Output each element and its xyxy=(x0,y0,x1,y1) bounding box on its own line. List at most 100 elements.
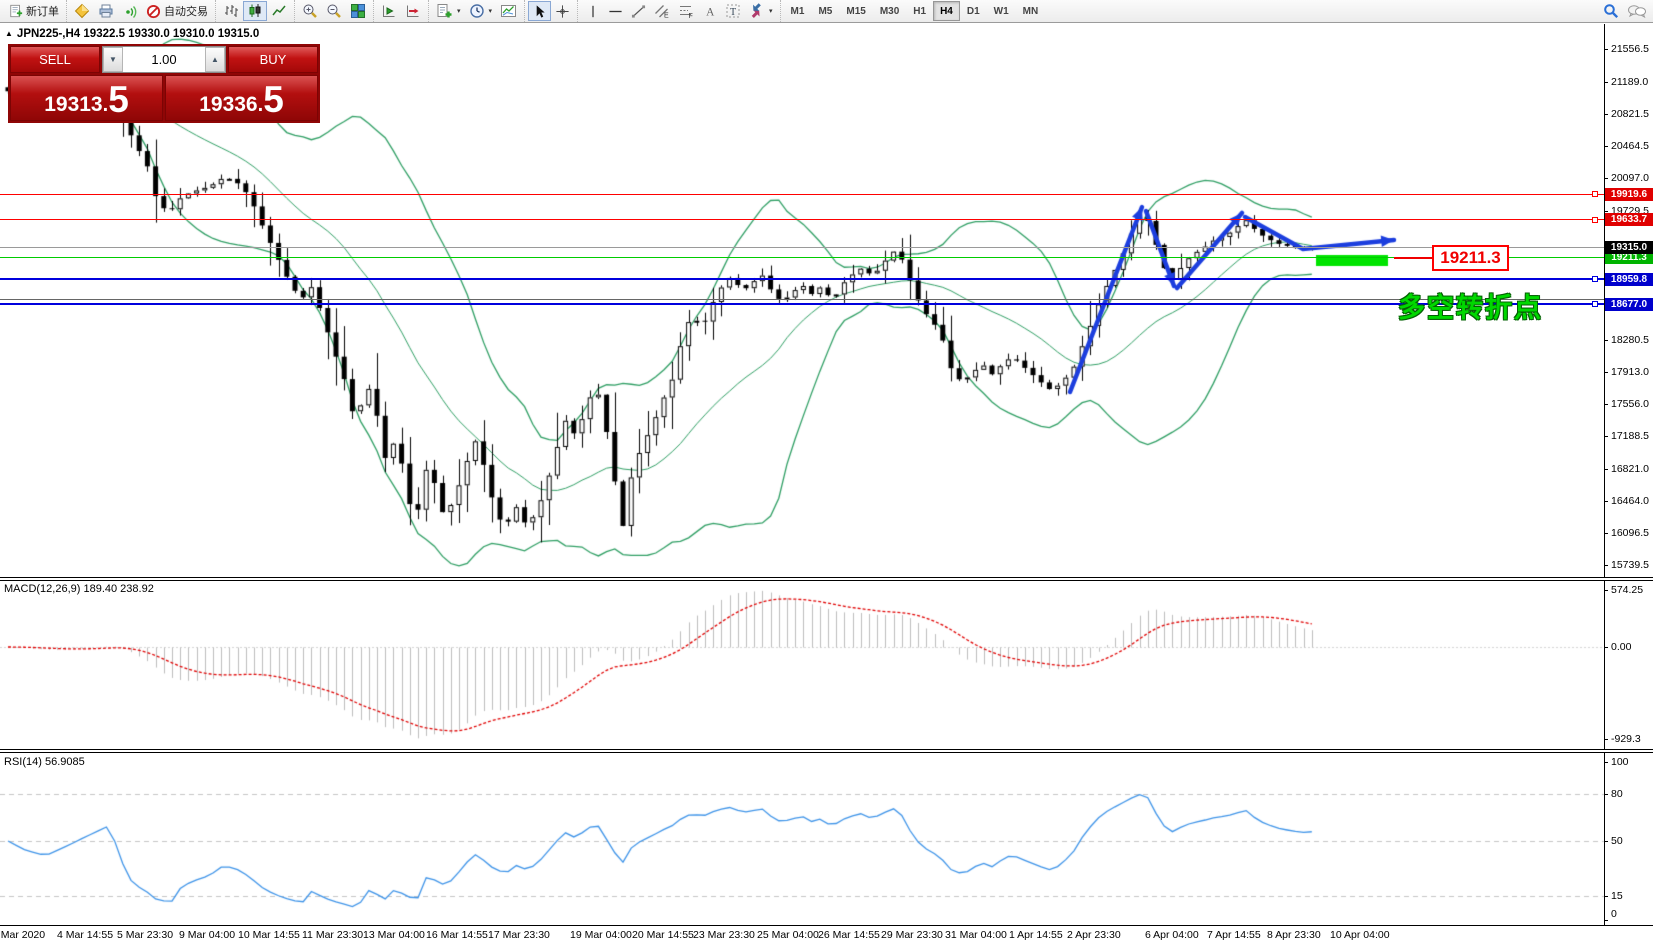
add-indicator-button[interactable]: ▾ xyxy=(432,1,465,21)
macd-rsi-separator[interactable] xyxy=(0,749,1653,753)
volume-decrease-button[interactable]: ▼ xyxy=(103,47,123,72)
text-tool-button[interactable]: A xyxy=(698,1,721,21)
buy-button-label: BUY xyxy=(259,52,287,67)
rsi-axis-tick-mark xyxy=(1604,920,1608,921)
date-axis-label: 16 Mar 14:55 xyxy=(426,929,488,941)
chart-bars-button[interactable] xyxy=(219,1,243,21)
price-level-line-19315.0[interactable] xyxy=(0,247,1604,249)
zoom-in-button[interactable] xyxy=(298,1,322,21)
price-axis-tick-mark xyxy=(1604,565,1608,567)
trendline-tool-button[interactable] xyxy=(627,1,650,21)
date-axis-label: 1 Apr 14:55 xyxy=(1009,929,1063,941)
volume-increase-button[interactable]: ▲ xyxy=(205,47,225,72)
periods-button[interactable]: ▾ xyxy=(465,1,497,21)
date-axis-label: 10 Mar 14:55 xyxy=(238,929,300,941)
timeframe-button-m15[interactable]: M15 xyxy=(839,1,872,21)
price-axis-tick: 20097.0 xyxy=(1611,172,1649,185)
timeframe-button-d1[interactable]: D1 xyxy=(960,1,987,21)
macd-axis-tick: 0.00 xyxy=(1611,641,1632,653)
timeframe-button-m30[interactable]: M30 xyxy=(873,1,906,21)
turning-point-note[interactable]: 多空转折点 xyxy=(1398,286,1543,325)
collapse-marker-icon[interactable]: ▲ xyxy=(5,29,13,38)
mql5-community-button[interactable] xyxy=(70,1,94,21)
crosshair-tool-button[interactable] xyxy=(551,1,574,21)
chart-line-button[interactable] xyxy=(267,1,291,21)
signals-button[interactable] xyxy=(118,1,142,21)
sell-button[interactable]: SELL xyxy=(10,46,100,73)
price-callout-box[interactable]: 19211.3 xyxy=(1432,245,1509,271)
horizontal-line-tool-button[interactable] xyxy=(604,1,627,21)
signal-waves-icon xyxy=(126,6,137,18)
price-level-line-18677.0[interactable] xyxy=(0,303,1604,306)
plot-right-border xyxy=(1604,24,1605,925)
level-line-handle[interactable] xyxy=(1592,276,1598,283)
zoom-out-icon xyxy=(327,4,341,18)
cursor-icon xyxy=(536,4,545,18)
buy-button[interactable]: BUY xyxy=(228,46,318,73)
terminal-window: 新订单 自动交易 ▾ ▾ E F A T ▾ M1 M5 M15 M30 H1 … xyxy=(0,0,1653,948)
periods-caret-icon[interactable]: ▾ xyxy=(489,7,493,15)
volume-value[interactable]: 1.00 xyxy=(123,47,205,72)
vertical-line-tool-button[interactable] xyxy=(581,1,604,21)
arrow-tools-caret-icon[interactable]: ▾ xyxy=(769,7,773,15)
autotrading-button[interactable]: 自动交易 xyxy=(142,1,212,21)
price-axis-tick-mark xyxy=(1604,339,1608,341)
chat-icon[interactable] xyxy=(1627,3,1647,19)
price-axis-tick-mark xyxy=(1604,81,1608,83)
add-indicator-icon xyxy=(437,4,452,18)
zoom-out-button[interactable] xyxy=(322,1,346,21)
timeframe-button-mn[interactable]: MN xyxy=(1016,1,1046,21)
price-level-line-18737[interactable] xyxy=(0,298,1604,300)
macd-axis-tick-mark xyxy=(1604,739,1608,741)
fibonacci-tool-button[interactable]: F xyxy=(674,1,698,21)
chart-candles-button[interactable] xyxy=(243,1,267,21)
text-label-tool-button[interactable]: T xyxy=(721,1,745,21)
date-axis-label: 3 Mar 2020 xyxy=(0,929,46,941)
price-axis-tick: 20821.5 xyxy=(1611,108,1649,121)
chart-shift-icon xyxy=(407,5,419,17)
sell-price[interactable]: 19313. 5 xyxy=(10,75,163,121)
price-level-line-19211.3[interactable] xyxy=(0,256,1604,258)
auto-scroll-icon xyxy=(383,5,395,17)
price-axis-tick: 21556.5 xyxy=(1611,43,1649,55)
timeframe-button-m1[interactable]: M1 xyxy=(784,1,812,21)
timeframe-button-w1[interactable]: W1 xyxy=(987,1,1016,21)
level-line-handle[interactable] xyxy=(1592,191,1598,198)
buy-price[interactable]: 19336. 5 xyxy=(165,75,318,121)
new-order-button[interactable]: 新订单 xyxy=(5,1,63,21)
cursor-tool-button[interactable] xyxy=(528,1,552,21)
price-axis-tick-mark xyxy=(1604,145,1608,147)
print-button[interactable] xyxy=(94,1,118,21)
arrow-tools-button[interactable]: ▾ xyxy=(745,1,777,21)
price-level-line-19633.7[interactable] xyxy=(0,219,1604,221)
bar-chart-icon xyxy=(225,5,238,17)
equidistant-channel-tool-button[interactable]: E xyxy=(650,1,674,21)
autotrading-icon xyxy=(146,4,161,18)
templates-button[interactable] xyxy=(496,1,521,21)
price-chart-canvas[interactable] xyxy=(0,0,1653,948)
timeframe-button-m5[interactable]: M5 xyxy=(811,1,839,21)
timeframe-button-h1[interactable]: H1 xyxy=(906,1,933,21)
date-axis-label: 17 Mar 23:30 xyxy=(488,929,550,941)
search-icon[interactable] xyxy=(1603,3,1619,19)
price-level-line-18959.8[interactable] xyxy=(0,278,1604,281)
chart-shift-button[interactable] xyxy=(401,1,425,21)
add-indicator-caret-icon[interactable]: ▾ xyxy=(457,7,461,15)
main-macd-separator[interactable] xyxy=(0,577,1653,581)
level-line-handle[interactable] xyxy=(1592,216,1598,223)
price-axis-tick: 15739.5 xyxy=(1611,559,1649,572)
price-axis-tick: 17556.0 xyxy=(1611,397,1649,410)
date-axis-label: 19 Mar 04:00 xyxy=(570,929,632,941)
text-icon: A xyxy=(706,6,715,18)
sell-price-frac: 5 xyxy=(108,79,129,121)
auto-scroll-button[interactable] xyxy=(377,1,401,21)
date-axis-label: 2 Apr 23:30 xyxy=(1067,929,1121,941)
price-level-line-19919.6[interactable] xyxy=(0,193,1604,195)
tile-windows-button[interactable] xyxy=(346,1,370,21)
level-line-handle[interactable] xyxy=(1592,301,1598,308)
sell-price-int: 19313 xyxy=(44,93,103,116)
rsi-axis-tick-mark xyxy=(1604,841,1608,842)
rsi-indicator-label: RSI(14) 56.9085 xyxy=(4,756,85,768)
price-axis-tick-mark xyxy=(1604,211,1608,213)
timeframe-button-h4[interactable]: H4 xyxy=(933,1,960,21)
